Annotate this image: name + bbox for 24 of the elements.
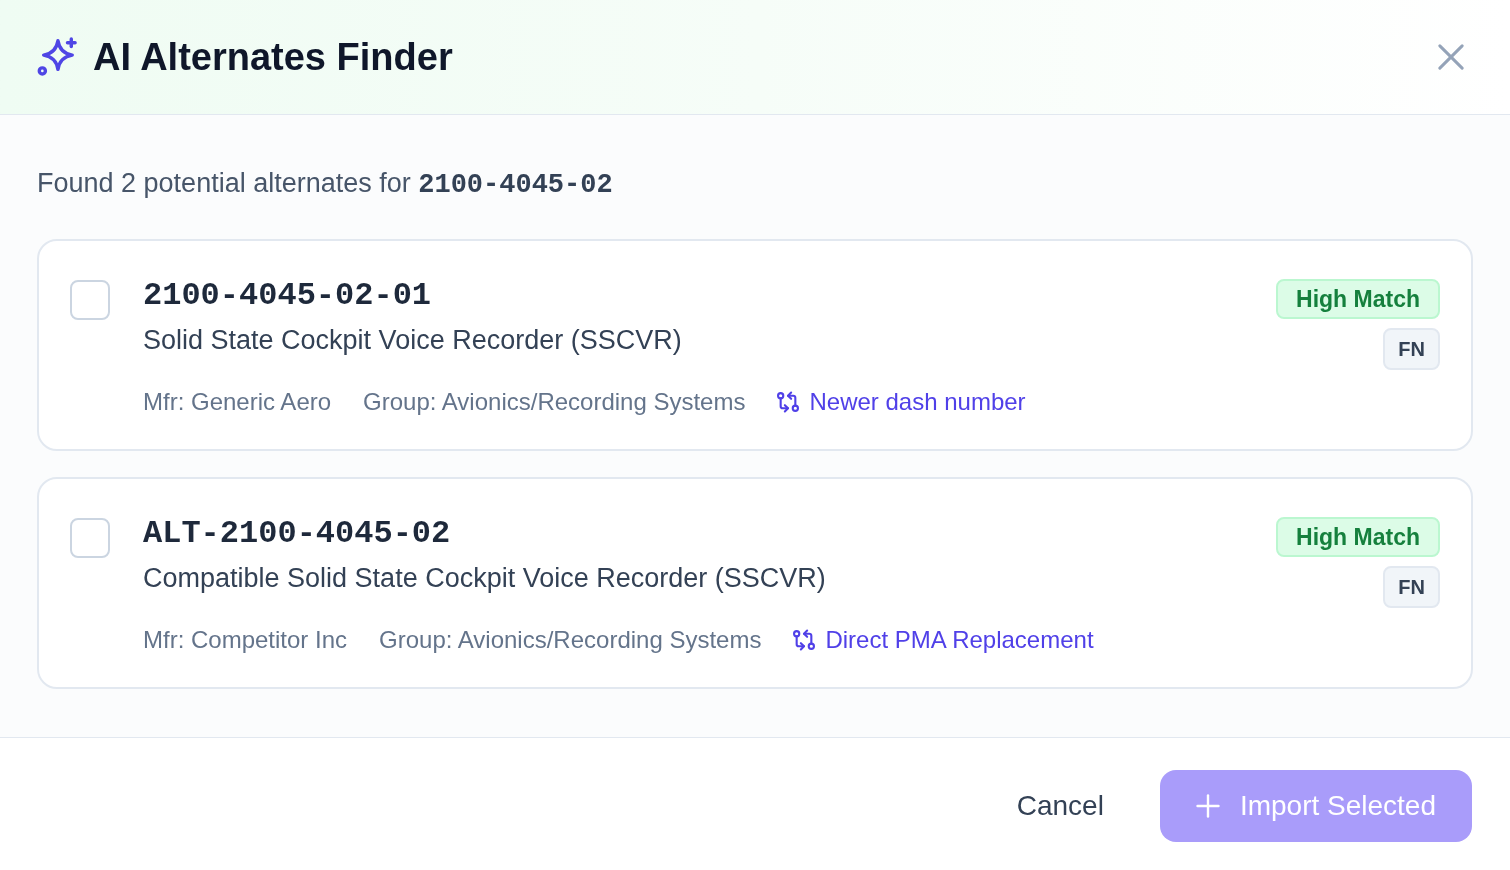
dialog-title: AI Alternates Finder [93, 38, 453, 76]
compare-arrows-icon [793, 629, 816, 651]
group-label: Group: Avionics/Recording Systems [379, 625, 762, 655]
close-icon [1438, 44, 1464, 70]
tag-badge: FN [1383, 328, 1440, 370]
part-description: Compatible Solid State Cockpit Voice Recorder (SSCVR) [143, 562, 826, 595]
checkbox[interactable] [70, 280, 110, 320]
plus-icon [1195, 794, 1220, 818]
results-summary: Found 2 potential alternates for 2100-4045-02 [37, 167, 613, 202]
part-description: Solid State Cockpit Voice Recorder (SSCVR) [143, 324, 682, 357]
compare-arrows-icon [777, 391, 800, 413]
sparkles-icon [37, 37, 77, 77]
cancel-button[interactable]: Cancel [992, 770, 1128, 842]
group-label: Group: Avionics/Recording Systems [363, 387, 746, 417]
part-number: ALT-2100-4045-02 [143, 514, 451, 554]
manufacturer-label: Mfr: Competitor Inc [143, 625, 348, 655]
checkbox[interactable] [70, 518, 110, 558]
match-badge: High Match [1276, 279, 1440, 319]
part-number: 2100-4045-02-01 [143, 276, 432, 316]
match-badge: High Match [1276, 517, 1440, 557]
manufacturer-label: Mfr: Generic Aero [143, 387, 332, 417]
tag-badge: FN [1383, 566, 1440, 608]
match-reason: Direct PMA Replacement [825, 625, 1094, 655]
match-reason: Newer dash number [809, 387, 1026, 417]
